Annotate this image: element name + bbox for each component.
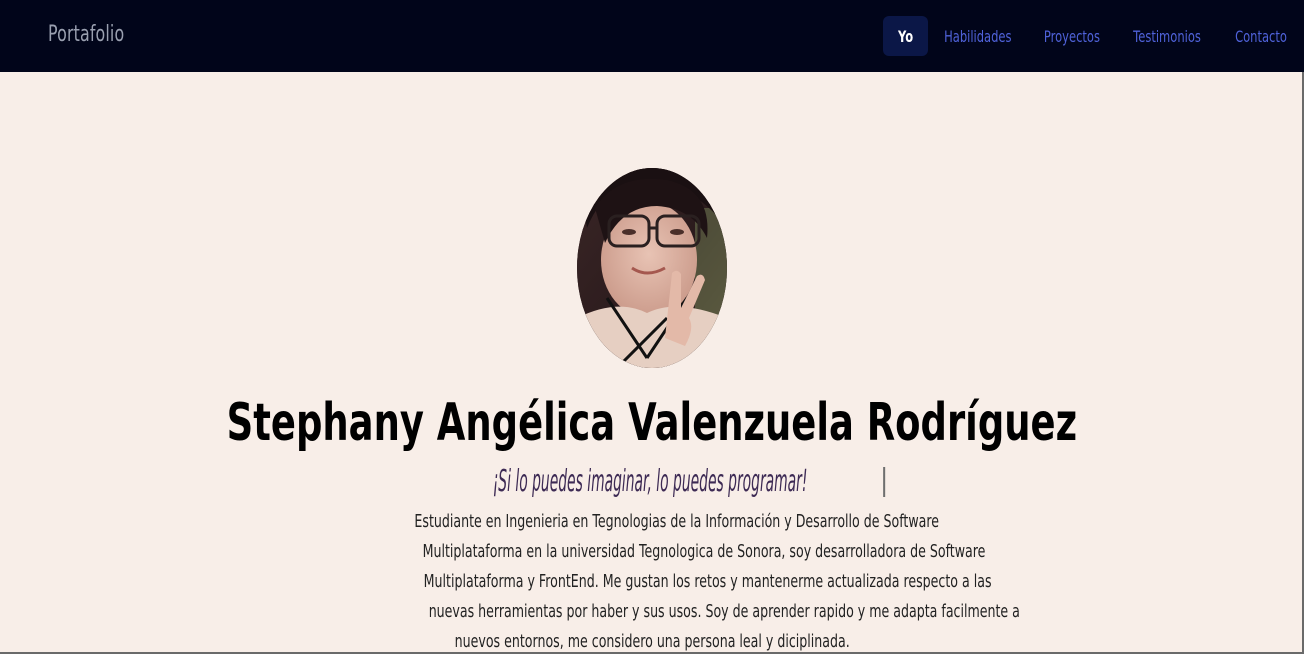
bio-line: Multiplataforma y FrontEnd. Me gustan lo… xyxy=(423,571,992,592)
nav-item-label: Contacto xyxy=(1235,26,1287,46)
name-text: Stephany Angélica Valenzuela Rodríguez xyxy=(226,393,1078,453)
nav-item-label: Testimonios xyxy=(1133,26,1201,46)
profile-photo-image xyxy=(577,168,727,368)
nav-item-label: Yo xyxy=(897,26,914,46)
bio-line: Multiplataforma en la universidad Tegnol… xyxy=(422,541,986,562)
nav-item-label: Proyectos xyxy=(1043,26,1101,46)
nav-item-habilidades[interactable]: Habilidades xyxy=(928,16,1028,56)
nav-item-testimonios[interactable]: Testimonios xyxy=(1116,16,1218,56)
nav-item-yo[interactable]: Yo xyxy=(883,16,928,56)
nav-menu: Yo Habilidades Proyectos Testimonios Con… xyxy=(883,16,1304,56)
tagline: ¡Si lo puedes imaginar, lo puedes progra… xyxy=(0,464,1304,499)
nav-item-proyectos[interactable]: Proyectos xyxy=(1028,16,1116,56)
tagline-value: ¡Si lo puedes imaginar, lo puedes progra… xyxy=(492,464,808,499)
bio-line: nuevas herramientas por haber y sus usos… xyxy=(428,601,1020,622)
bio-paragraph: Estudiante en Ingenieria en Tegnologias … xyxy=(302,507,1020,654)
profile-photo xyxy=(577,168,727,368)
typing-cursor xyxy=(883,467,886,497)
brand-logo[interactable]: Portafolio xyxy=(48,22,124,47)
nav-item-contacto[interactable]: Contacto xyxy=(1218,16,1304,56)
page-title: Stephany Angélica Valenzuela Rodríguez xyxy=(0,393,1304,453)
top-navbar: Portafolio Yo Habilidades Proyectos Test… xyxy=(0,0,1304,72)
nav-item-label: Habilidades xyxy=(944,26,1012,46)
bio-line: nuevos entornos, me considero una person… xyxy=(454,631,850,652)
bio-line: Estudiante en Ingenieria en Tegnologias … xyxy=(414,511,940,532)
tagline-text: ¡Si lo puedes imaginar, lo puedes progra… xyxy=(419,464,886,499)
